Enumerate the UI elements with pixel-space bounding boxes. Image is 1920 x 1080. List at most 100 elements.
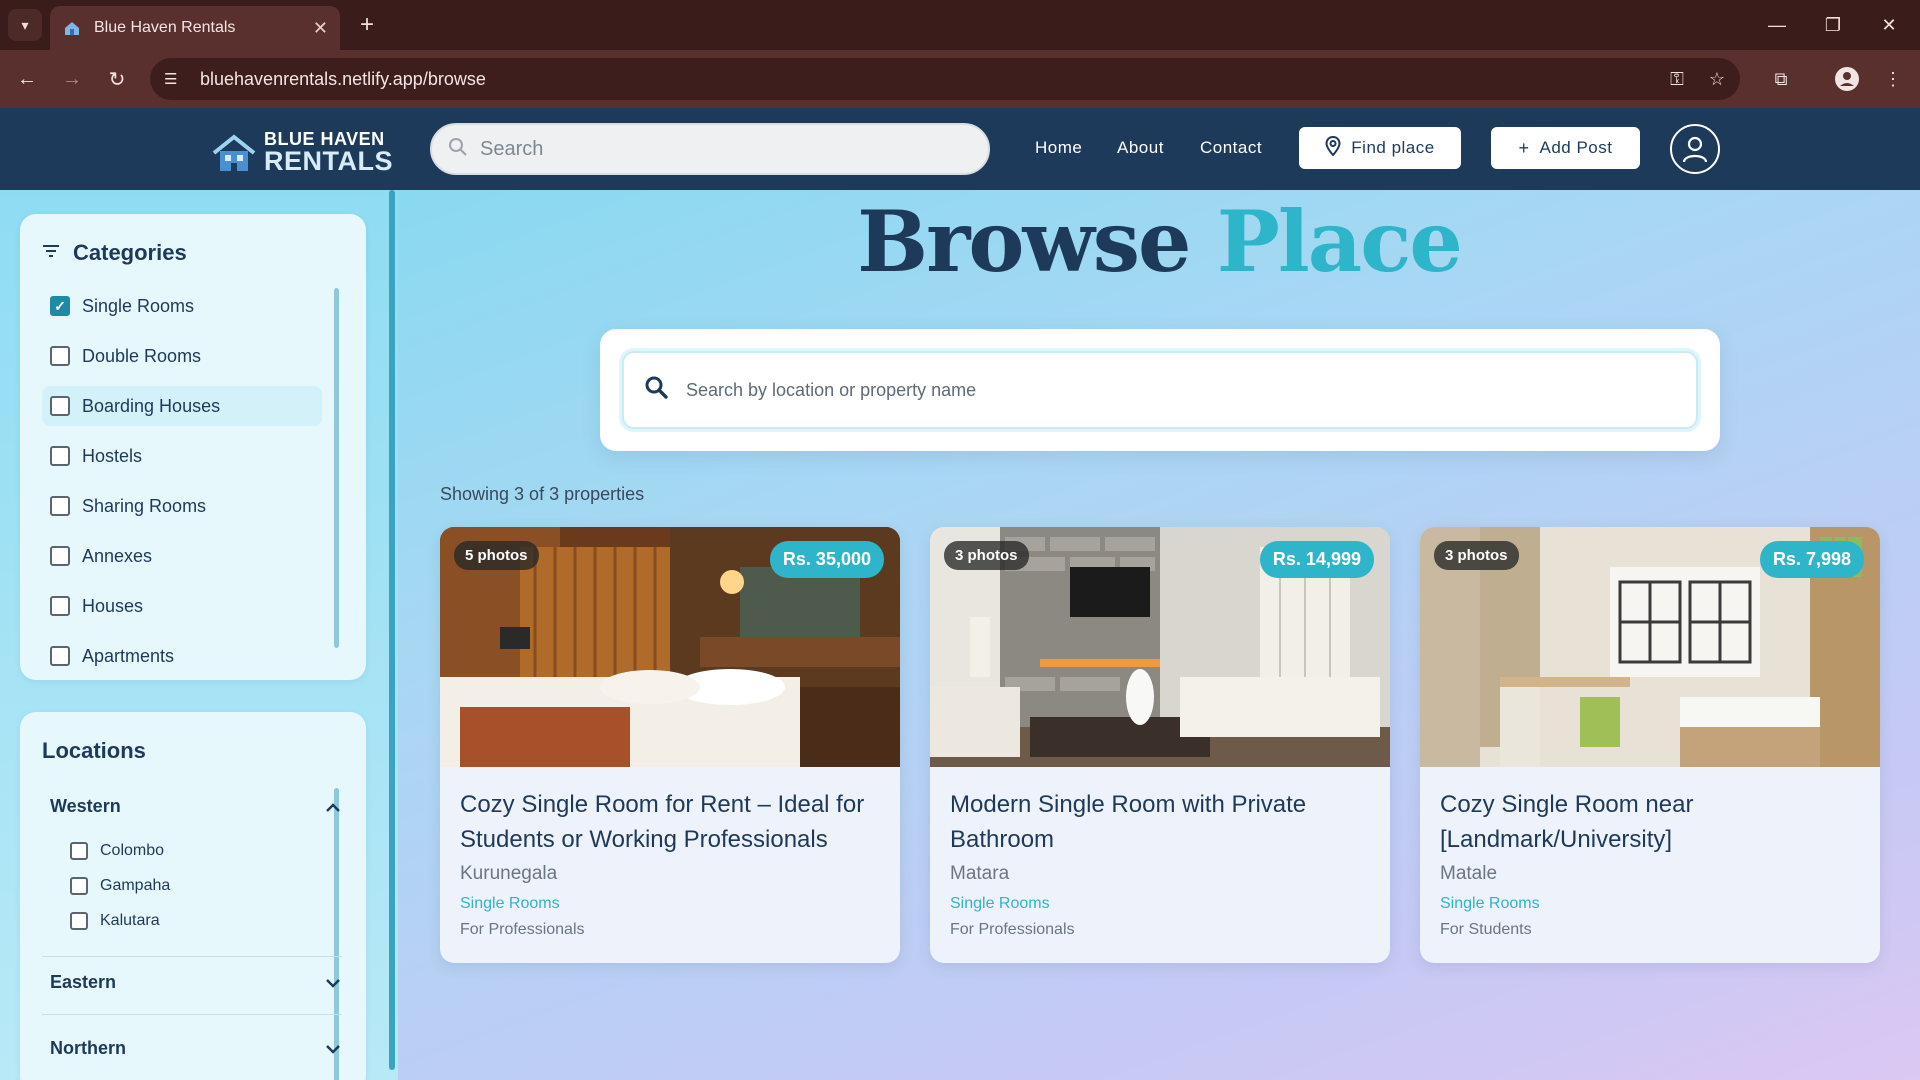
listing-title[interactable]: Cozy Single Room for Rent – Ideal for St…: [460, 787, 880, 857]
category-apartments[interactable]: Apartments: [42, 636, 322, 676]
category-label: Boarding Houses: [82, 395, 221, 416]
locations-title: Locations: [42, 738, 146, 763]
listing-location: Matara: [950, 863, 1010, 884]
listing-audience: For Professionals: [950, 921, 1075, 938]
site-favicon-icon: [65, 22, 79, 35]
listing-audience: For Students: [1440, 921, 1532, 938]
chevron-up-icon: [326, 796, 340, 817]
region-label: Northern: [50, 1038, 126, 1058]
new-tab-button[interactable]: +: [352, 10, 382, 40]
filter-sidebar: Categories ✓ Single Rooms Double Rooms B…: [0, 190, 398, 1080]
profile-icon[interactable]: [1830, 62, 1864, 96]
category-single-rooms[interactable]: ✓ Single Rooms: [42, 286, 322, 326]
checkbox[interactable]: [50, 496, 70, 516]
district-kalutara[interactable]: Kalutara: [70, 912, 160, 930]
checkbox[interactable]: [50, 596, 70, 616]
categories-title: Categories: [73, 240, 187, 265]
checkbox[interactable]: [50, 396, 70, 416]
page-title-part1: Browse: [857, 192, 1191, 291]
header-search[interactable]: [430, 123, 990, 175]
category-label: Hostels: [82, 445, 143, 466]
checkbox[interactable]: [50, 446, 70, 466]
listing-card[interactable]: 5 photos Rs. 35,000 Cozy Single Room for…: [440, 527, 900, 963]
listing-category: Single Rooms: [950, 895, 1050, 912]
reload-button[interactable]: ↻: [100, 62, 134, 96]
find-place-label: Find place: [1351, 138, 1435, 157]
extensions-icon[interactable]: ⧉: [1764, 62, 1798, 96]
sidebar-scrollbar[interactable]: [389, 190, 395, 1070]
categories-scrollbar[interactable]: [334, 288, 339, 648]
property-search-input[interactable]: [686, 379, 1666, 401]
district-label: Gampaha: [100, 877, 171, 894]
user-account-button[interactable]: [1670, 124, 1720, 174]
listing-location: Kurunegala: [460, 863, 558, 884]
region-western[interactable]: Western: [50, 796, 340, 817]
listing-card[interactable]: 3 photos Rs. 14,999 Modern Single Room w…: [930, 527, 1390, 963]
plus-icon: +: [1518, 137, 1530, 158]
site-info-icon[interactable]: ☰: [164, 70, 186, 88]
browse-content: Browse Place Showing 3 of 3 properties: [398, 190, 1920, 1080]
checkbox[interactable]: [50, 546, 70, 566]
locations-scrollbar[interactable]: [334, 788, 339, 1080]
forward-button[interactable]: →: [55, 62, 89, 96]
property-search[interactable]: [622, 351, 1698, 429]
category-double-rooms[interactable]: Double Rooms: [42, 336, 322, 376]
tab-title: Blue Haven Rentals: [94, 19, 236, 36]
checkbox[interactable]: [70, 842, 88, 860]
divider: [42, 956, 342, 957]
category-label: Apartments: [82, 645, 175, 666]
nav-contact[interactable]: Contact: [1200, 138, 1262, 158]
filter-icon: [42, 242, 60, 263]
site-header: BLUE HAVEN RENTALS Home About Contact Fi…: [0, 108, 1920, 190]
address-bar[interactable]: ☰ bluehavenrentals.netlify.app/browse: [150, 58, 1740, 100]
region-northern[interactable]: Northern: [50, 1038, 340, 1059]
close-tab-icon[interactable]: ✕: [313, 18, 328, 39]
find-place-button[interactable]: Find place: [1299, 127, 1461, 169]
browser-menu-icon[interactable]: ⋮: [1876, 62, 1910, 96]
category-sharing-rooms[interactable]: Sharing Rooms: [42, 486, 322, 526]
listing-title[interactable]: Modern Single Room with Private Bathroom: [950, 787, 1370, 857]
nav-home[interactable]: Home: [1035, 138, 1082, 158]
category-houses[interactable]: Houses: [42, 586, 322, 626]
locations-panel: Locations Western Colombo Gampaha Kaluta…: [20, 712, 366, 1080]
photo-count-badge: 3 photos: [1434, 541, 1519, 570]
region-eastern[interactable]: Eastern: [50, 972, 340, 993]
location-pin-icon: [1325, 135, 1341, 161]
results-count: Showing 3 of 3 properties: [440, 484, 645, 504]
region-label: Eastern: [50, 972, 117, 992]
category-annexes[interactable]: Annexes: [42, 536, 322, 576]
divider: [42, 1014, 342, 1015]
page-body: Categories ✓ Single Rooms Double Rooms B…: [0, 190, 1920, 1080]
checkbox[interactable]: [50, 346, 70, 366]
region-label: Western: [50, 796, 121, 816]
price-badge: Rs. 14,999: [1259, 541, 1374, 578]
browser-tab[interactable]: Blue Haven Rentals ✕: [50, 6, 340, 50]
category-label: Houses: [82, 595, 144, 616]
page-title: Browse Place: [398, 192, 1920, 291]
minimize-button[interactable]: —: [1750, 0, 1804, 50]
checkbox[interactable]: [50, 646, 70, 666]
restore-button[interactable]: ❐: [1806, 0, 1860, 50]
listing-category: Single Rooms: [460, 895, 560, 912]
header-search-input[interactable]: [480, 137, 960, 161]
bookmark-star-icon[interactable]: ☆: [1700, 62, 1734, 96]
checkbox-checked[interactable]: ✓: [50, 296, 70, 316]
nav-about[interactable]: About: [1117, 138, 1164, 158]
add-post-button[interactable]: + Add Post: [1491, 127, 1640, 169]
district-colombo[interactable]: Colombo: [70, 842, 164, 860]
district-gampaha[interactable]: Gampaha: [70, 877, 170, 895]
checkbox[interactable]: [70, 877, 88, 895]
listing-card[interactable]: 3 photos Rs. 7,998 Cozy Single Room near…: [1420, 527, 1880, 963]
category-boarding-houses[interactable]: Boarding Houses: [42, 386, 322, 426]
close-window-button[interactable]: ✕: [1862, 0, 1916, 50]
chevron-down-icon: [326, 972, 340, 993]
tab-search-dropdown[interactable]: ▾: [8, 9, 42, 41]
listing-title[interactable]: Cozy Single Room near [Landmark/Universi…: [1440, 787, 1860, 857]
password-key-icon[interactable]: ⚿: [1660, 62, 1694, 96]
category-hostels[interactable]: Hostels: [42, 436, 322, 476]
checkbox[interactable]: [70, 912, 88, 930]
back-button[interactable]: ←: [10, 62, 44, 96]
browser-tab-bar: ▾ Blue Haven Rentals ✕ + — ❐ ✕: [0, 0, 1920, 50]
site-logo[interactable]: BLUE HAVEN RENTALS: [212, 130, 393, 175]
listing-category: Single Rooms: [1440, 895, 1540, 912]
